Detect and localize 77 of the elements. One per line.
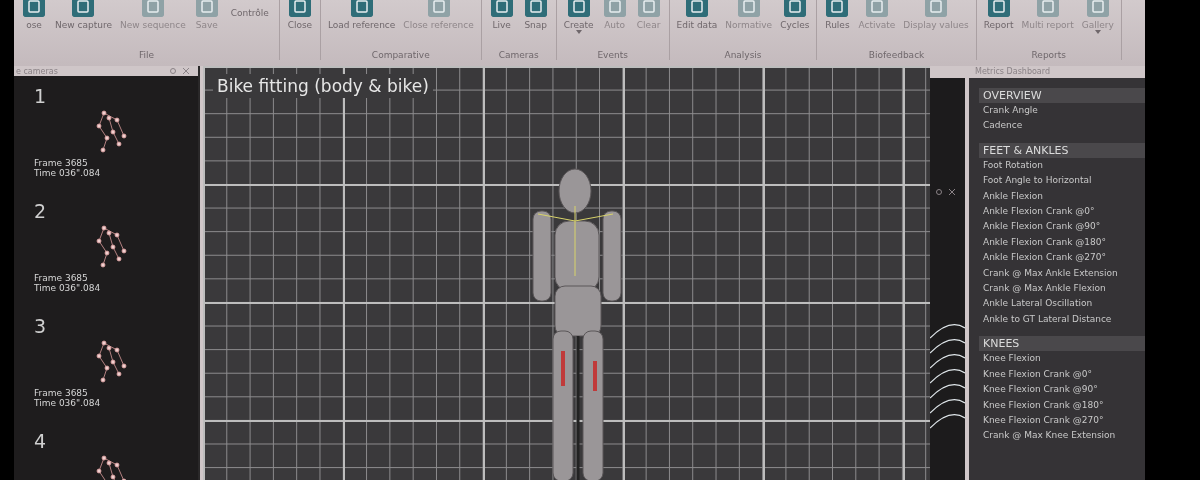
tile-icon [826, 0, 849, 17]
ribbon-button[interactable]: Load reference [324, 0, 399, 50]
metric-item[interactable]: Crank @ Max Knee Extension [979, 428, 1145, 444]
tile-icon [987, 0, 1010, 17]
tile-icon [195, 0, 218, 17]
tile-icon [603, 0, 626, 17]
tile-icon [737, 0, 760, 17]
time-label: Time 036".084 [34, 168, 102, 178]
group-label: Analysis [723, 50, 763, 60]
tile-icon [350, 0, 373, 17]
tile-icon [865, 0, 888, 17]
frame-label: Frame 3685 [34, 158, 89, 168]
metric-item[interactable]: Crank @ Max Ankle Extension [979, 265, 1145, 282]
tile-icon [288, 0, 311, 17]
ribbon-button[interactable]: Cycles [777, 0, 813, 50]
tile-icon [427, 0, 450, 17]
tile-icon [23, 0, 45, 17]
tile-icon [637, 0, 660, 17]
ribbon-button[interactable]: Snap [519, 0, 552, 50]
time-label: Time 036".084 [34, 398, 102, 408]
metric-item[interactable]: Crank Angle [979, 103, 1145, 119]
metric-item[interactable]: Knee Flexion Crank @180° [979, 397, 1145, 413]
tile-icon [490, 0, 513, 17]
tile-icon [72, 0, 95, 17]
metric-item[interactable]: Cadence [979, 118, 1145, 134]
camera-number: 1 [34, 84, 48, 108]
ribbon-button[interactable]: Rules [821, 0, 854, 50]
metric-item[interactable]: Ankle to GT Lateral Distance [979, 311, 1145, 328]
metric-item[interactable]: Knee Flexion Crank @270° [979, 412, 1145, 429]
ribbon-label: Contrôle [229, 7, 270, 20]
time-label: Time 036".084 [34, 283, 102, 293]
tile-icon [685, 0, 708, 17]
frame-label: Frame 3685 [34, 388, 89, 398]
frame-label: Frame 3685 [34, 273, 89, 283]
ribbon-button[interactable]: Report [980, 0, 1017, 50]
metric-item[interactable]: Knee Flexion Crank @90° [979, 382, 1145, 398]
group-label: File [137, 50, 155, 60]
panel-title: Metrics Dashboard [969, 66, 1145, 78]
caret-icon [1094, 30, 1101, 34]
ribbon-button[interactable]: Live [485, 0, 518, 50]
camera-number: 3 [34, 314, 48, 338]
metric-item[interactable]: Crank @ Max Ankle Flexion [979, 281, 1145, 297]
group-label: Reports [1030, 50, 1068, 60]
metric-item[interactable]: Ankle Flexion Crank @0° [979, 204, 1145, 220]
group-label: Biofeedback [867, 50, 926, 60]
tile-icon [783, 0, 806, 17]
metric-item[interactable]: Ankle Flexion Crank @180° [979, 234, 1145, 251]
metric-item[interactable]: Foot Angle to Horizontal [979, 173, 1145, 189]
group-label: Events [596, 50, 629, 60]
tile-icon [567, 0, 590, 17]
section-heading: FEET & ANKLES [979, 142, 1145, 158]
tile-icon [1036, 0, 1059, 17]
ribbon-button[interactable]: Close [283, 0, 316, 60]
tile-icon [1086, 0, 1109, 17]
metric-item[interactable]: Ankle Flexion Crank @90° [979, 219, 1145, 235]
group-label: Comparative [370, 50, 431, 60]
metric-item[interactable]: Ankle Flexion [979, 188, 1145, 205]
metric-item[interactable]: Foot Rotation [979, 157, 1145, 174]
tile-icon [524, 0, 547, 17]
tile-icon [925, 0, 947, 17]
section-heading: OVERVIEW [979, 88, 1145, 103]
metric-item[interactable]: Ankle Lateral Oscillation [979, 296, 1145, 312]
metric-item[interactable]: Ankle Flexion Crank @270° [979, 250, 1145, 266]
ribbon-button[interactable]: Edit data [673, 0, 721, 50]
camera-number: 2 [34, 199, 48, 223]
ribbon-button[interactable]: Create [560, 0, 597, 50]
metric-item[interactable]: Knee Flexion [979, 351, 1145, 367]
caret-icon [575, 30, 582, 34]
ribbon-button[interactable]: New capture [52, 0, 115, 50]
viewport-title: Bike fitting (body & bike) [213, 74, 433, 98]
camera-number: 4 [34, 429, 48, 453]
ribbon-button[interactable]: ose [18, 0, 50, 50]
tile-icon [141, 0, 164, 17]
pin-close-icon[interactable] [934, 187, 958, 197]
metric-item[interactable]: Knee Flexion Crank @0° [979, 366, 1145, 383]
group-label: Cameras [497, 50, 540, 60]
section-heading: KNEES [979, 336, 1145, 352]
